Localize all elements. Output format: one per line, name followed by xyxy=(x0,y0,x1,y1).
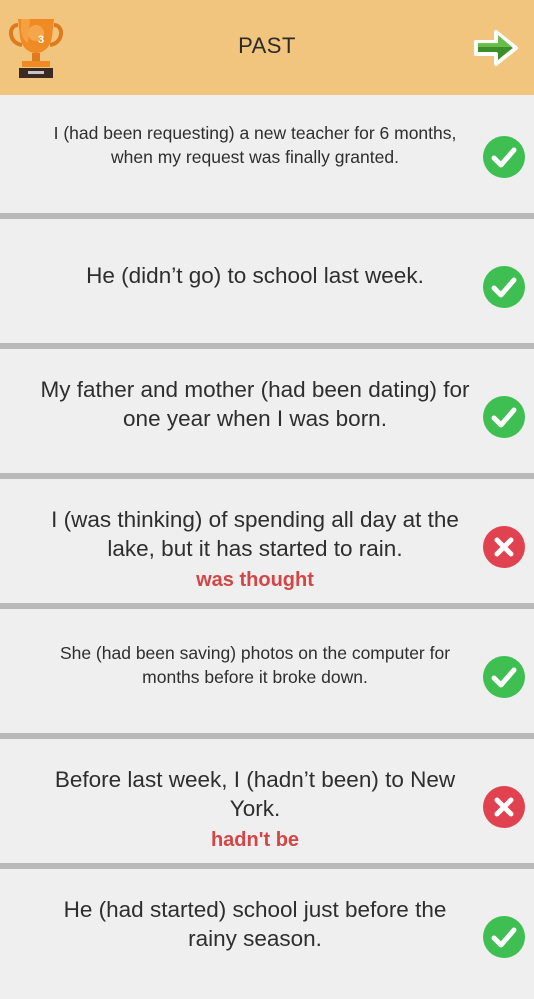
list-item: I (had been requesting) a new teacher fo… xyxy=(0,95,534,219)
check-icon xyxy=(483,266,525,308)
x-icon xyxy=(483,786,525,828)
sentence-text: He (didn’t go) to school last week. xyxy=(86,263,424,288)
arrow-right-icon[interactable] xyxy=(472,28,520,68)
list-item: I (was thinking) of spending all day at … xyxy=(0,485,534,609)
list-item: He (didn’t go) to school last week. xyxy=(0,225,534,349)
divider xyxy=(0,343,534,349)
x-icon xyxy=(483,526,525,568)
divider xyxy=(0,863,534,869)
check-icon xyxy=(483,396,525,438)
sentence-text: She (had been saving) photos on the comp… xyxy=(59,643,451,687)
divider xyxy=(0,213,534,219)
check-icon xyxy=(483,656,525,698)
correction-text: hadn't be xyxy=(210,829,300,851)
divider xyxy=(0,603,534,609)
page-title: PAST xyxy=(238,33,296,58)
list-item: My father and mother (had been dating) f… xyxy=(0,355,534,479)
sentence-text: He (had started) school just before the … xyxy=(63,897,447,951)
correction-text: was thought xyxy=(196,569,314,591)
check-icon xyxy=(483,136,525,178)
sentence-text: I (was thinking) of spending all day at … xyxy=(51,507,459,561)
top-bar: 3 PAST xyxy=(0,0,534,95)
list-item: She (had been saving) photos on the comp… xyxy=(0,615,534,739)
divider xyxy=(0,473,534,479)
list-item: Before last week, I (hadn’t been) to New… xyxy=(0,745,534,869)
sentence-text: My father and mother (had been dating) f… xyxy=(40,377,470,431)
list-item: He (had started) school just before the … xyxy=(0,875,534,999)
sentence-text: Before last week, I (hadn’t been) to New… xyxy=(54,767,456,821)
divider xyxy=(0,733,534,739)
check-icon xyxy=(483,916,525,958)
sentence-text: I (had been requesting) a new teacher fo… xyxy=(53,123,457,167)
